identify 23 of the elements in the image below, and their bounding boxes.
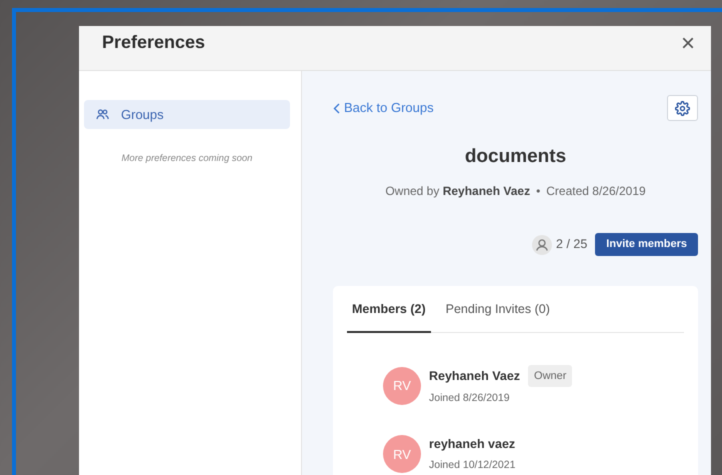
group-name: documents <box>464 145 568 169</box>
close-button[interactable]: × <box>676 32 699 56</box>
settings-button[interactable] <box>667 95 698 121</box>
avatar: RV <box>383 435 421 474</box>
member-count: 2 / 25 <box>556 236 588 254</box>
invite-members-button[interactable]: Invite members <box>595 233 698 256</box>
member-name: Reyhaneh Vaez <box>429 368 520 385</box>
group-info: Owned by Reyhaneh Vaez • Created 8/26/2019 <box>384 183 647 200</box>
user-icon <box>532 234 552 254</box>
back-link[interactable]: Back to Groups <box>333 98 434 118</box>
tab[interactable]: Members (2) <box>347 286 431 333</box>
avatar: RV <box>383 366 421 405</box>
users-icon <box>96 109 109 120</box>
sidebar-note: More preferences coming soon <box>120 152 254 166</box>
settings-icon <box>675 100 690 116</box>
role-tag: Owner <box>528 364 572 388</box>
tab[interactable]: Pending Invites (0) <box>440 286 555 333</box>
sidebar-item[interactable]: Groups <box>84 100 290 129</box>
joined-date: Joined 8/26/2019 <box>429 391 511 406</box>
member-name: reyhaneh vaez <box>429 436 516 453</box>
joined-date: Joined 10/12/2021 <box>429 458 516 473</box>
chevron-left-icon <box>333 102 340 114</box>
dialog-title: Preferences <box>102 31 206 54</box>
